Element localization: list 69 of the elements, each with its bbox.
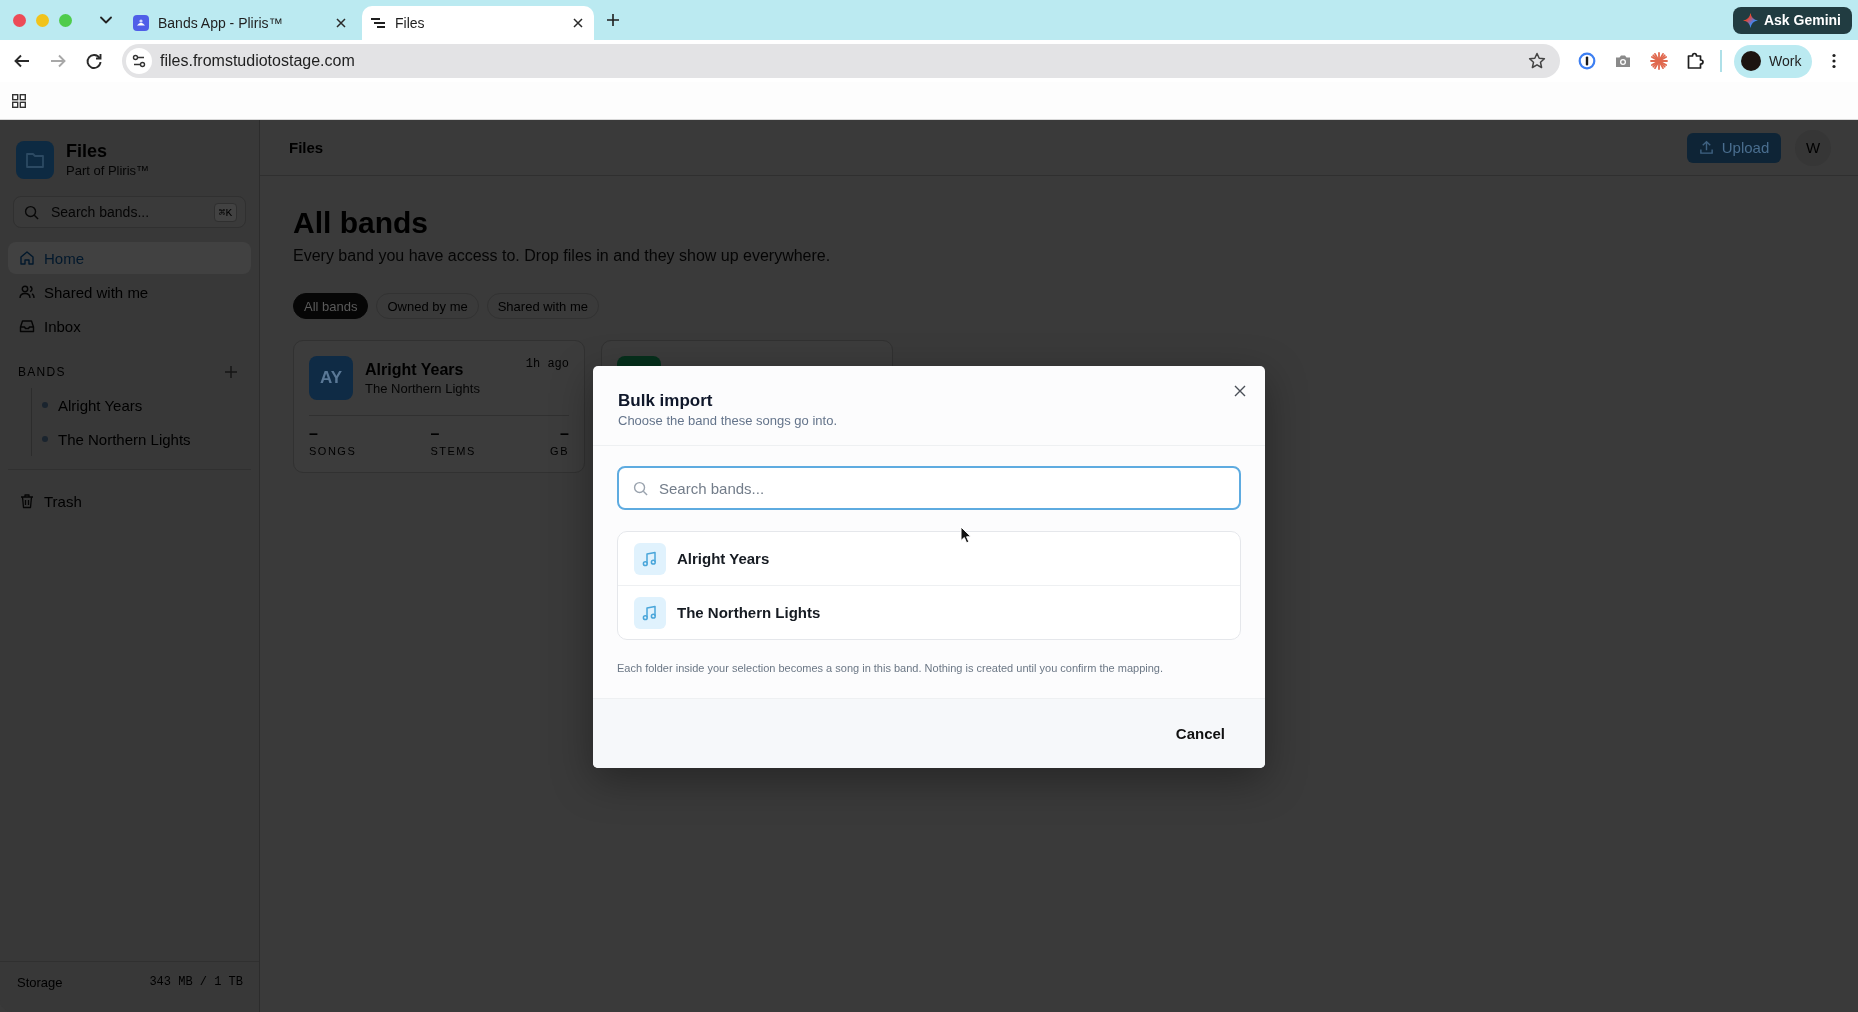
stat-label: SONGS [309, 445, 357, 457]
ring-icon[interactable] [1578, 52, 1596, 70]
upload-button[interactable]: Upload [1687, 132, 1781, 163]
apps-grid-icon[interactable] [12, 93, 26, 108]
filter-chip[interactable]: Owned by me [376, 293, 479, 319]
nav-item[interactable]: Inbox [8, 310, 251, 342]
nav-item[interactable]: Shared with me [8, 276, 251, 308]
page-title: All bands [293, 205, 429, 241]
dialog-subtitle: Choose the band these songs go into. [618, 412, 838, 429]
dialog-title: Bulk import [618, 390, 714, 412]
storage-label: Storage [17, 974, 63, 990]
sidebar-band-item[interactable]: The Northern Lights [32, 422, 251, 456]
sliders-icon[interactable] [126, 48, 152, 74]
profile-button[interactable]: Work [1734, 44, 1812, 78]
cancel-button[interactable]: Cancel [1161, 717, 1239, 750]
stat-value: – [309, 426, 319, 442]
band-avatar: AY [309, 356, 353, 400]
nav-item[interactable]: Trash [8, 485, 251, 517]
music-note-icon [634, 596, 666, 629]
band-option[interactable]: Alright Years [618, 532, 1240, 585]
arrow-left-icon[interactable] [13, 52, 31, 70]
plus-icon[interactable] [607, 14, 619, 26]
header-title: Files [289, 139, 325, 156]
section-heading: BANDS [18, 365, 66, 379]
browser-tab[interactable]: Files [362, 6, 594, 40]
app-favicon-icon [133, 15, 149, 31]
home-icon [19, 250, 35, 266]
ask-gemini-button[interactable]: Ask Gemini [1732, 6, 1852, 34]
updated-time: 1h ago [525, 356, 569, 371]
filter-chip[interactable]: Shared with me [486, 293, 599, 319]
stat-label: STEMS [430, 445, 476, 457]
browser-tab[interactable]: Bands App - Pliris™ [125, 6, 357, 40]
search-icon [633, 480, 648, 496]
avatar-icon [1741, 51, 1761, 71]
address-bar[interactable]: files.fromstudiotostage.com [122, 44, 1560, 78]
keyboard-shortcut: ⌘K [213, 202, 237, 222]
nav-item[interactable]: Home [8, 242, 251, 274]
band-option[interactable]: The Northern Lights [618, 585, 1240, 639]
search-icon [24, 204, 39, 220]
folder-icon [16, 141, 54, 179]
asterisk-icon[interactable] [1650, 52, 1668, 70]
users-icon [19, 284, 35, 300]
more-icon[interactable] [1832, 53, 1836, 69]
stat-value: – [560, 426, 569, 442]
window-close-button[interactable] [13, 13, 26, 27]
close-icon[interactable] [1234, 385, 1246, 397]
music-note-icon [634, 542, 666, 575]
upload-icon [1698, 140, 1714, 155]
dialog-note: Each folder inside your selection becomes a song in this band. Nothing is created until you confirm the mapping. [617, 661, 1165, 675]
search-field[interactable]: Search bands... [617, 466, 1241, 510]
puzzle-icon[interactable] [1686, 52, 1704, 70]
storage-value: 343 MB / 1 TB [149, 975, 243, 989]
app-name: Files [66, 141, 109, 162]
sidebar-band-item[interactable]: Alright Years [32, 388, 251, 422]
bullet-icon [42, 436, 48, 442]
sparkle-icon [1742, 12, 1758, 28]
star-icon[interactable] [1528, 52, 1546, 70]
trash-icon [19, 493, 35, 509]
stat-value: – [430, 426, 441, 442]
reload-icon[interactable] [85, 52, 103, 70]
close-icon[interactable] [336, 18, 346, 28]
chevron-down-icon[interactable] [100, 16, 112, 24]
close-icon[interactable] [573, 18, 583, 28]
stat-label: GB [550, 445, 569, 457]
lines-icon [370, 15, 386, 31]
bullet-icon [42, 402, 48, 408]
filter-chip[interactable]: All bands [293, 293, 369, 319]
band-name: Alright Years [365, 360, 465, 380]
inbox-icon [19, 318, 35, 334]
